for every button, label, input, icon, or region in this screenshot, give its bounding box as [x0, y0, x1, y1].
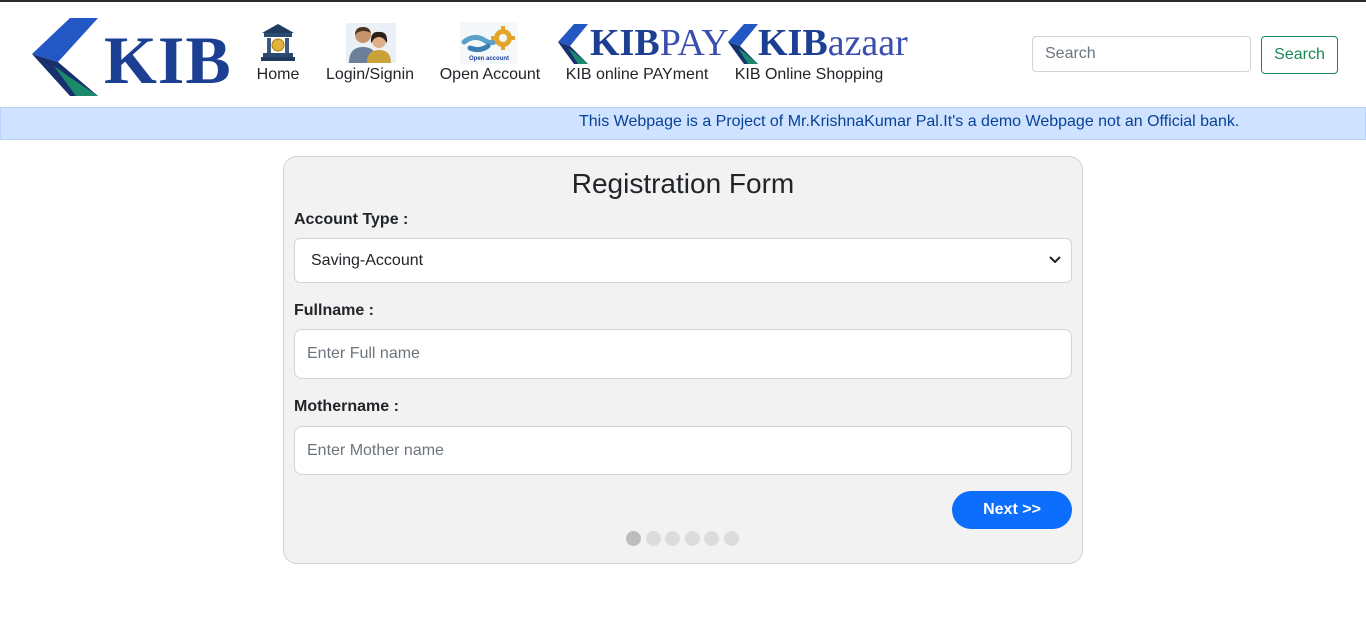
fullname-input[interactable] — [294, 329, 1072, 379]
step-dot — [665, 531, 680, 546]
search-button[interactable]: Search — [1261, 36, 1338, 74]
kibazaar-logo: KIBazaar — [726, 22, 908, 64]
fullname-label: Fullname : — [294, 302, 375, 319]
registration-form-card: Registration Form Account Type : Saving-… — [283, 156, 1083, 564]
kibpay-logo-bold: KIB — [590, 22, 660, 64]
chevron-down-icon — [1049, 256, 1061, 263]
account-type-selected-value: Saving-Account — [311, 252, 424, 269]
kibazaar-logo-light: azaar — [827, 22, 908, 64]
navbar: KIB Home Login/Signin Open account Open … — [0, 2, 1366, 106]
mothername-label: Mothername : — [294, 398, 399, 415]
nav-kibazaar-label: KIB Online Shopping — [734, 66, 884, 83]
kibazaar-logo-bold: KIB — [758, 22, 828, 64]
nav-kibazaar[interactable]: KIBazaar KIB Online Shopping — [726, 20, 908, 86]
kibpay-logo: KIBPAY — [556, 22, 729, 64]
nav-login-signin[interactable]: Login/Signin — [324, 20, 416, 86]
step-dot — [704, 531, 719, 546]
nav-login-label: Login/Signin — [325, 66, 415, 83]
step-dot — [723, 531, 739, 546]
users-icon — [346, 23, 396, 63]
kib-logo-link[interactable]: KIB — [28, 18, 231, 98]
account-type-label: Account Type : — [294, 211, 409, 228]
nav-open-account-label: Open Account — [439, 66, 541, 83]
step-dot — [626, 531, 641, 546]
nav-kibpay-label: KIB online PAYment — [565, 66, 709, 83]
nav-open-account[interactable]: Open account Open Account — [438, 20, 542, 86]
nav-home[interactable]: Home — [248, 20, 308, 86]
nav-home-label: Home — [256, 66, 300, 83]
search-input[interactable] — [1032, 36, 1251, 72]
step-dot — [645, 531, 661, 546]
handshake-gear-icon: Open account — [460, 22, 518, 64]
nav-kibpay[interactable]: KIBPAY KIB online PAYment — [554, 20, 729, 86]
kib-chevron-icon — [32, 18, 98, 96]
kibpay-logo-light: PAY — [659, 22, 729, 64]
bank-icon — [261, 24, 295, 61]
next-button[interactable]: Next >> — [952, 491, 1072, 529]
kib-chevron-icon — [558, 24, 588, 64]
step-dot — [684, 531, 700, 546]
account-type-select[interactable]: Saving-Account — [294, 238, 1072, 283]
demo-alert-text: This Webpage is a Project of Mr.KrishnaK… — [579, 113, 1240, 130]
form-title: Registration Form — [571, 168, 795, 199]
demo-alert-banner: This Webpage is a Project of Mr.KrishnaK… — [0, 107, 1366, 140]
kib-chevron-icon — [728, 24, 758, 64]
open-account-icon-caption: Open account — [469, 56, 509, 62]
mothername-input[interactable] — [294, 426, 1072, 475]
brand-name: KIB — [104, 22, 232, 98]
